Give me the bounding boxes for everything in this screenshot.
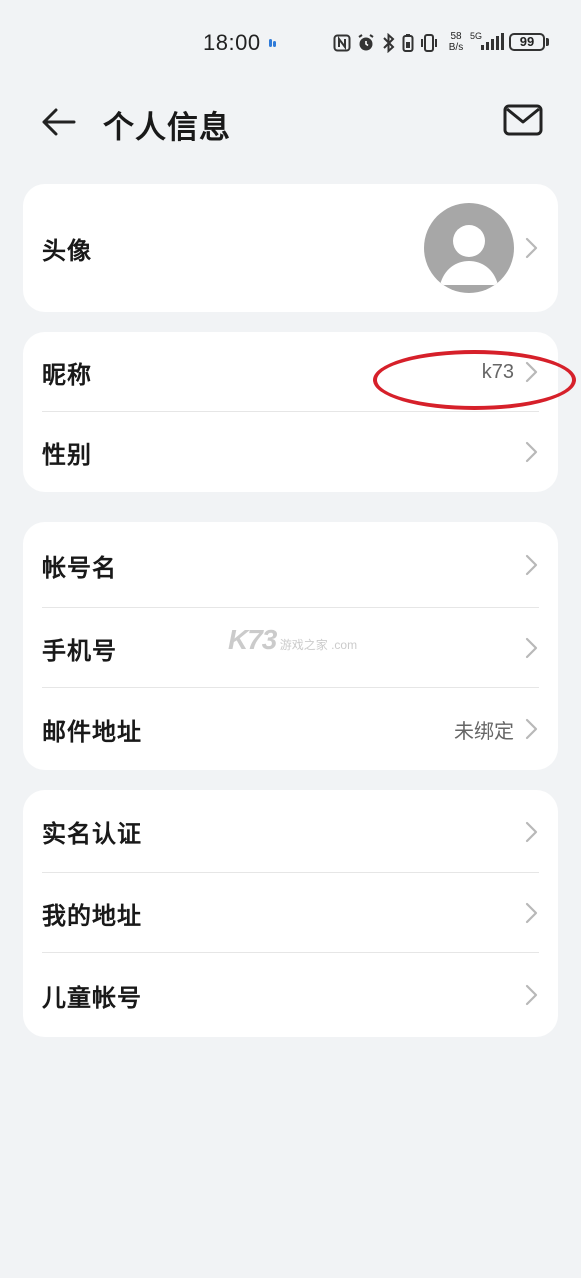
email-value: 未绑定 [454, 720, 514, 743]
mail-icon [503, 104, 543, 136]
realname-row[interactable]: 实名认证 [23, 790, 558, 873]
more-card: 实名认证 我的地址 儿童帐号 [23, 790, 558, 1037]
back-button[interactable] [36, 100, 80, 144]
account-name-row[interactable]: 帐号名 [23, 522, 558, 608]
gender-row[interactable]: 性别 [23, 412, 558, 492]
address-label: 我的地址 [42, 902, 142, 930]
watermark-domain: .com [331, 638, 358, 652]
status-icons [333, 30, 439, 56]
status-time: 18:00 [203, 30, 261, 55]
nfc-icon [333, 34, 351, 52]
nickname-value: k73 [481, 360, 514, 383]
notification-icon [269, 39, 276, 47]
avatar [424, 203, 514, 293]
account-name-label: 帐号名 [42, 554, 117, 582]
chevron-right-icon [525, 821, 538, 842]
chevron-right-icon [525, 902, 538, 924]
chevron-right-icon [525, 237, 538, 259]
alarm-icon [358, 34, 374, 51]
battery-icon: 99 [509, 33, 545, 51]
messages-button[interactable] [500, 98, 546, 142]
realname-label: 实名认证 [42, 821, 142, 848]
chevron-right-icon [525, 718, 538, 740]
chevron-right-icon [525, 637, 538, 659]
nickname-label: 昵称 [42, 361, 92, 389]
vibrate-icon [421, 34, 437, 52]
child-account-row[interactable]: 儿童帐号 [23, 953, 558, 1037]
watermark-site: 游戏之家 [279, 638, 328, 652]
address-row[interactable]: 我的地址 [23, 873, 558, 953]
watermark-logo: K73 [228, 624, 277, 655]
default-avatar-icon [440, 225, 498, 285]
avatar-label: 头像 [42, 237, 92, 265]
child-account-label: 儿童帐号 [42, 984, 142, 1012]
avatar-card: 头像 [23, 184, 558, 312]
status-bar: 18:00 58 B/s 5G 99 [0, 0, 581, 86]
signal-icon [481, 33, 504, 50]
profile-card: 昵称 k73 性别 [23, 332, 558, 492]
phone-label: 手机号 [42, 637, 117, 665]
battery-tip [546, 38, 549, 46]
email-row[interactable]: 邮件地址 未绑定 [23, 688, 558, 770]
watermark: K73 游戏之家 .com [228, 624, 357, 656]
network-speed: 58 B/s [448, 31, 464, 53]
header: 个人信息 [0, 86, 581, 156]
chevron-right-icon [525, 984, 538, 1006]
page-title: 个人信息 [103, 110, 231, 145]
chevron-right-icon [525, 554, 538, 576]
battery-saver-icon [402, 34, 414, 52]
chevron-right-icon [525, 441, 538, 463]
email-label: 邮件地址 [42, 718, 142, 746]
nickname-row[interactable]: 昵称 k73 [23, 332, 558, 412]
bluetooth-icon [383, 33, 395, 53]
avatar-row[interactable]: 头像 [23, 184, 558, 312]
gender-label: 性别 [42, 441, 92, 469]
arrow-left-icon [42, 108, 76, 136]
chevron-right-icon [525, 361, 538, 383]
